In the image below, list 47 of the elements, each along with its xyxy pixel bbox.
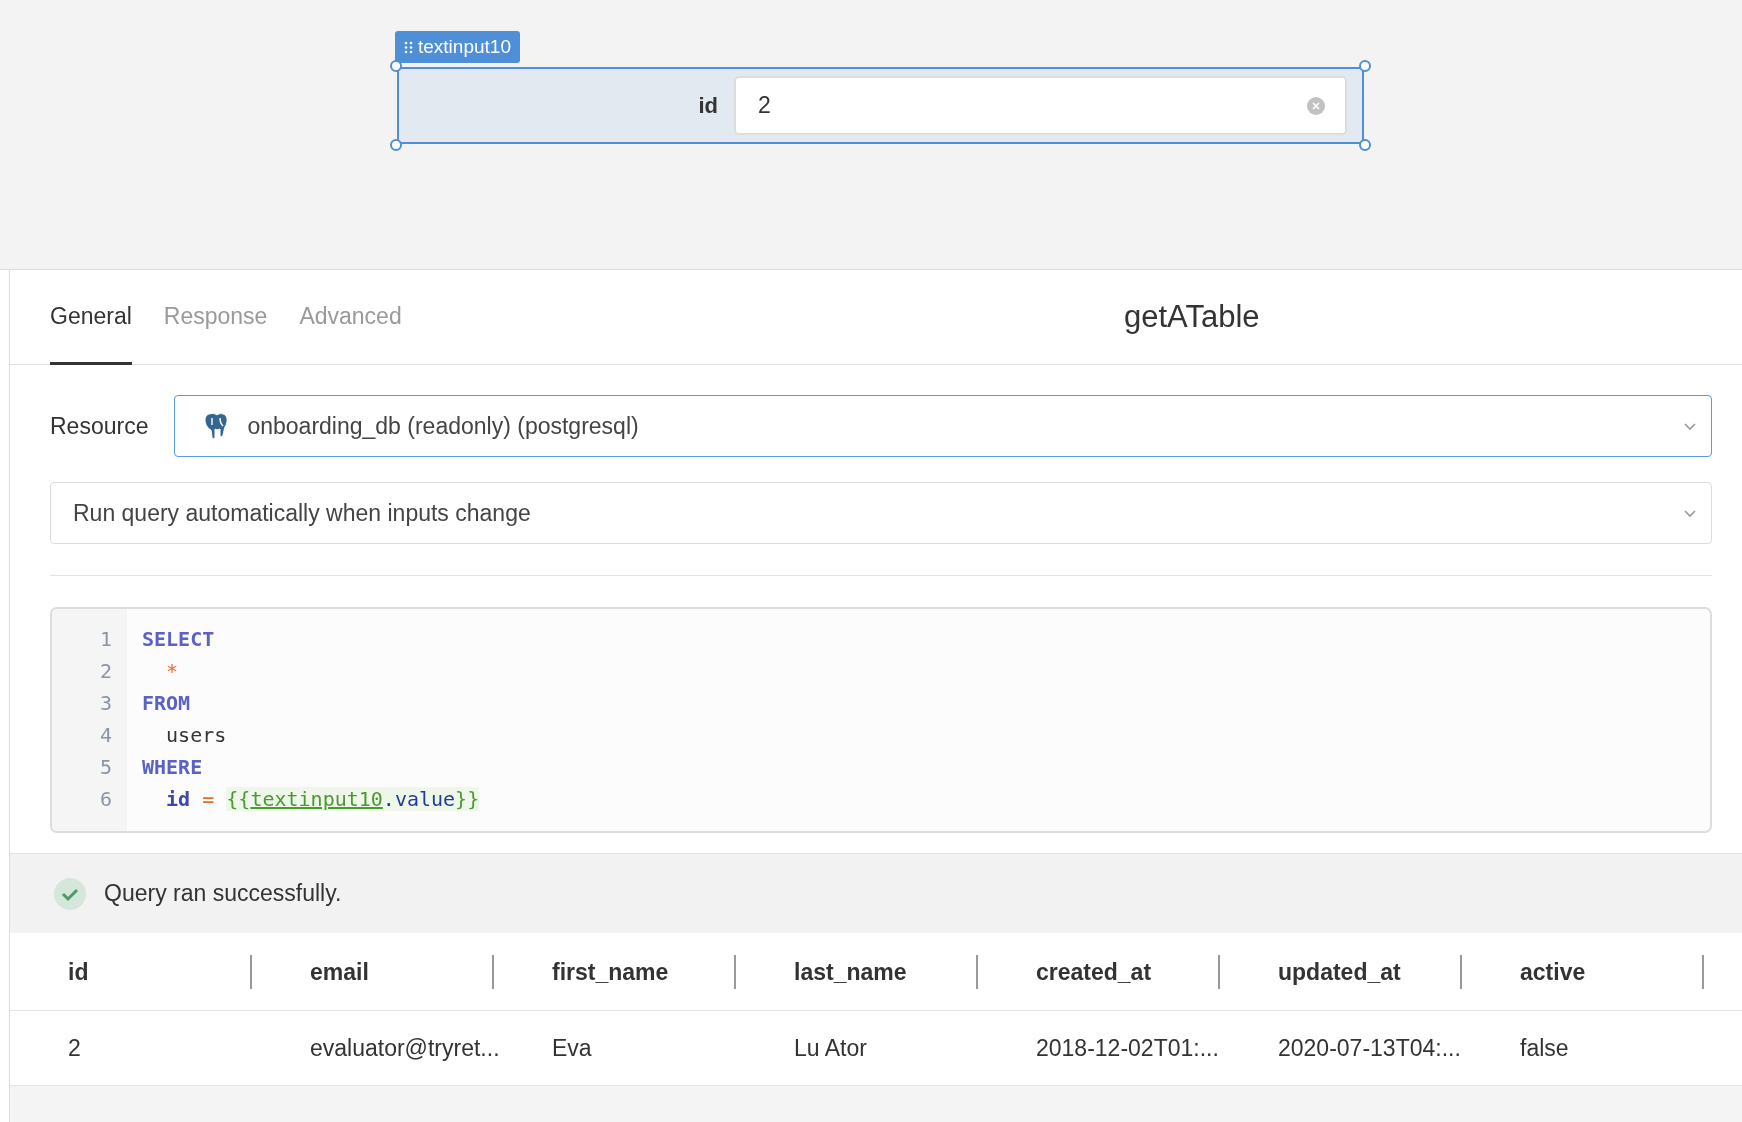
line-number: 4 <box>98 722 113 749</box>
line-number: 6 <box>98 786 113 813</box>
line-number: 3 <box>98 690 113 717</box>
column-header[interactable]: id <box>10 954 252 989</box>
code-line: * <box>165 658 179 685</box>
table-cell-text: 2020-07-13T04:... <box>1277 1034 1462 1062</box>
component-name: textinput10 <box>418 36 511 58</box>
line-number: 5 <box>98 754 113 781</box>
table-cell-text: Lu Ator <box>793 1034 868 1062</box>
line-number: 2 <box>98 658 113 685</box>
table-cell-text: 2018-12-02T01:... <box>1035 1034 1220 1062</box>
resize-handle[interactable] <box>1359 139 1371 151</box>
table-cell-text: 2 <box>67 1034 82 1062</box>
code-editor[interactable]: 1 2 3 4 5 6 SELECT * FROM users WHERE id = {{textinput10.value}} <box>50 607 1712 833</box>
column-header[interactable]: active <box>1462 954 1704 989</box>
resource-dropdown[interactable]: onboarding_db (readonly) (postgresql) <box>174 395 1712 457</box>
chevron-down-icon <box>1683 421 1697 431</box>
text-input-component[interactable]: id 2 <box>397 67 1364 144</box>
column-header[interactable]: created_at <box>978 954 1220 989</box>
column-header[interactable]: updated_at <box>1220 954 1462 989</box>
elephant-icon <box>203 412 230 440</box>
resource-label: Resource <box>50 412 149 440</box>
chevron-down-icon <box>1683 508 1697 518</box>
resource-value: onboarding_db (readonly) (postgresql) <box>247 412 640 440</box>
line-number: 1 <box>98 626 113 653</box>
table-cell-text: Eva <box>551 1034 593 1062</box>
column-header[interactable]: email <box>252 954 494 989</box>
resize-handle[interactable] <box>1359 60 1371 72</box>
resize-handle[interactable] <box>390 60 402 72</box>
query-title: getATable <box>1124 298 1260 336</box>
code-line: users <box>165 722 227 749</box>
code-line: FROM <box>142 690 191 717</box>
drag-handle-icon[interactable] <box>404 40 413 54</box>
status-message: Query ran successfully. <box>104 880 342 907</box>
column-header[interactable]: first_name <box>494 954 736 989</box>
tab[interactable]: General <box>50 270 132 365</box>
table-cell-text: false <box>1519 1034 1570 1062</box>
code-line: id = {{textinput10.value}} <box>165 786 480 813</box>
clear-icon[interactable] <box>1307 96 1325 115</box>
resize-handle[interactable] <box>390 139 402 151</box>
field-label: id <box>698 92 718 119</box>
trigger-dropdown[interactable]: Run query automatically when inputs change <box>50 482 1712 544</box>
code-line: SELECT <box>142 626 215 653</box>
column-header[interactable]: last_name <box>736 954 978 989</box>
code-line: WHERE <box>142 754 203 781</box>
input-field[interactable]: 2 <box>734 76 1347 135</box>
trigger-value: Run query automatically when inputs change <box>73 499 532 527</box>
